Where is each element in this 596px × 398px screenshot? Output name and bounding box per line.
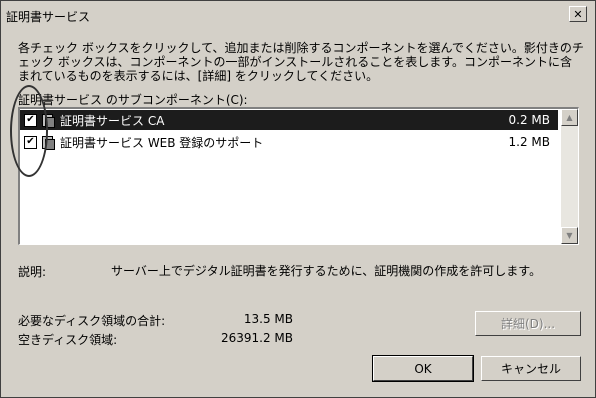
arrow-up-icon: ▲ [566,113,573,122]
close-icon: ✕ [573,7,583,21]
component-icon [42,135,55,150]
required-space-value: 13.5 MB [243,312,293,326]
scroll-down-button[interactable]: ▼ [561,227,578,244]
component-row-ca[interactable]: ✔ 証明書サービス CA 0.2 MB [20,110,558,130]
required-space-label: 必要なディスク領域の合計: [18,314,166,328]
description-label: 説明: [18,265,47,279]
component-row-web-enrollment[interactable]: ✔ 証明書サービス WEB 登録のサポート 1.2 MB [20,132,558,152]
free-space-label: 空きディスク領域: [18,333,118,347]
cancel-button[interactable]: キャンセル [481,356,581,381]
description-text: サーバー上でデジタル証明書を発行するために、証明機関の作成を許可します。 [111,264,542,278]
component-name: 証明書サービス CA [60,113,165,128]
component-size: 0.2 MB [508,113,550,127]
component-name: 証明書サービス WEB 登録のサポート [60,135,264,150]
components-listbox[interactable]: ✔ 証明書サービス CA 0.2 MB ✔ 証明書サービス WEB 登録のサポー… [18,107,579,245]
scroll-up-button[interactable]: ▲ [561,109,578,126]
window-title: 証明書サービス [6,10,91,24]
vertical-scrollbar[interactable]: ▲ ▼ [561,109,578,244]
details-button[interactable]: 詳細(D)... [475,311,581,336]
close-button[interactable]: ✕ [569,6,587,22]
components-list-label: 証明書サービス のサブコンポーネント(C): [18,93,248,107]
instructions-text: 各チェック ボックスをクリックして、追加または削除するコンポーネントを選んでくだ… [18,41,584,83]
ok-button[interactable]: OK [372,355,474,382]
component-checkbox-ca[interactable]: ✔ [24,113,37,127]
dialog-window: 証明書サービス ✕ 各チェック ボックスをクリックして、追加または削除するコンポ… [0,0,596,398]
component-size: 1.2 MB [508,135,550,149]
title-bar: 証明書サービス ✕ [3,3,593,27]
component-icon [42,113,55,128]
checkmark-icon: ✔ [26,136,35,147]
component-checkbox-web-enrollment[interactable]: ✔ [24,135,37,149]
arrow-down-icon: ▼ [566,231,573,240]
checkmark-icon: ✔ [26,114,35,125]
free-space-value: 26391.2 MB [220,331,293,345]
